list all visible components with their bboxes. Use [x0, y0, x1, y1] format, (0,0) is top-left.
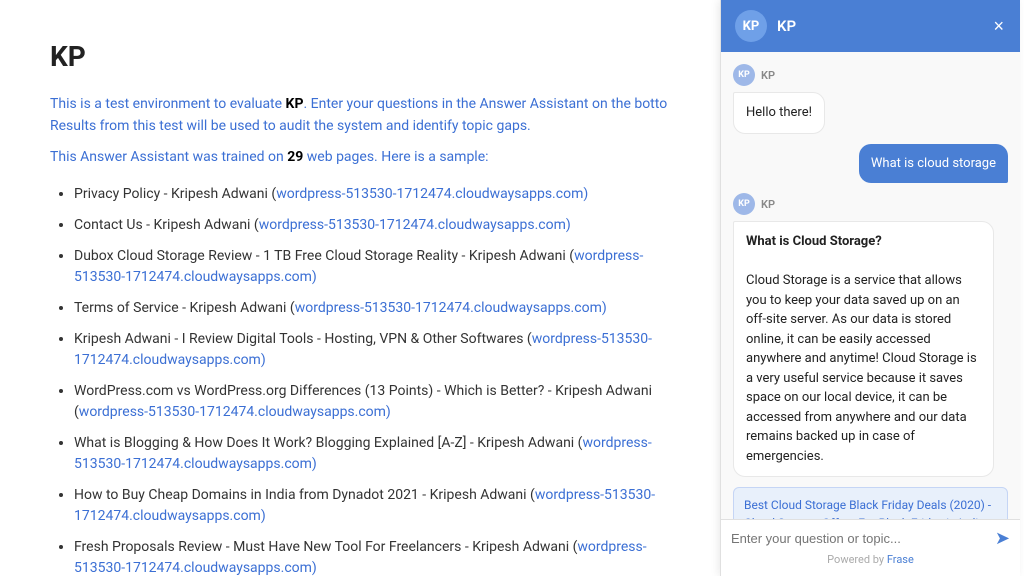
list-item: Kripesh Adwani - I Review Digital Tools … — [74, 329, 670, 371]
list-item-link[interactable]: wordpress-513530-1712474.cloudwaysapps.c… — [74, 435, 652, 472]
user-question-bubble: What is cloud storage — [859, 144, 1008, 184]
bot-avatar-answer: KP — [733, 193, 755, 215]
list-item: Contact Us - Kripesh Adwani (wordpress-5… — [74, 215, 670, 236]
send-button[interactable]: ➤ — [995, 528, 1010, 549]
bot-answer-label-row: KP KP — [733, 193, 1008, 215]
list-item: What is Blogging & How Does It Work? Blo… — [74, 433, 670, 475]
chat-input-row: ➤ — [731, 528, 1010, 549]
page-title: KP — [50, 40, 670, 73]
bot-avatar: KP — [733, 64, 755, 86]
chat-messages: KP KP Hello there! What is cloud storage… — [721, 52, 1020, 519]
list-item-link[interactable]: wordpress-513530-1712474.cloudwaysapps.c… — [74, 487, 655, 524]
list-item: WordPress.com vs WordPress.org Differenc… — [74, 381, 670, 423]
chat-header-avatar: KP — [735, 10, 767, 42]
list-item: Terms of Service - Kripesh Adwani (wordp… — [74, 298, 670, 319]
list-item-link[interactable]: wordpress-513530-1712474.cloudwaysapps.c… — [74, 331, 652, 368]
list-item-link[interactable]: wordpress-513530-1712474.cloudwaysapps.c… — [295, 300, 607, 316]
trained-text: This Answer Assistant was trained on 29 … — [50, 146, 670, 168]
intro-paragraph: This is a test environment to evaluate K… — [50, 93, 670, 138]
bot-name-answer: KP — [761, 198, 775, 211]
list-item: Dubox Cloud Storage Review - 1 TB Free C… — [74, 246, 670, 288]
chat-header-title: KP — [777, 17, 981, 35]
pages-list: Privacy Policy - Kripesh Adwani (wordpre… — [50, 184, 670, 576]
list-item-link[interactable]: wordpress-513530-1712474.cloudwaysapps.c… — [74, 248, 643, 285]
bot-name: KP — [761, 69, 775, 82]
answer-body: Cloud Storage is a service that allows y… — [746, 273, 977, 464]
list-item: Fresh Proposals Review - Must Have New T… — [74, 537, 670, 576]
list-item: How to Buy Cheap Domains in India from D… — [74, 485, 670, 527]
list-item: Privacy Policy - Kripesh Adwani (wordpre… — [74, 184, 670, 205]
main-content: KP This is a test environment to evaluat… — [0, 0, 720, 576]
greeting-bubble: Hello there! — [733, 92, 825, 134]
chat-panel: KP KP × KP KP Hello there! What is cloud… — [720, 0, 1020, 576]
chat-input-area: ➤ Powered by Frase — [721, 519, 1020, 576]
list-item-link[interactable]: wordpress-513530-1712474.cloudwaysapps.c… — [276, 186, 588, 202]
send-icon: ➤ — [995, 528, 1010, 549]
chat-close-button[interactable]: × — [991, 17, 1006, 35]
powered-by: Powered by Frase — [731, 549, 1010, 568]
answer-title: What is Cloud Storage? — [746, 234, 882, 249]
bot-answer-bubble: What is Cloud Storage? Cloud Storage is … — [733, 221, 994, 477]
bot-label-row: KP KP — [733, 64, 1008, 86]
chat-input[interactable] — [731, 531, 987, 546]
list-item-link[interactable]: wordpress-513530-1712474.cloudwaysapps.c… — [259, 217, 571, 233]
reference-box[interactable]: Best Cloud Storage Black Friday Deals (2… — [733, 487, 1008, 519]
list-item-link[interactable]: wordpress-513530-1712474.cloudwaysapps.c… — [74, 539, 647, 576]
list-item-link[interactable]: wordpress-513530-1712474.cloudwaysapps.c… — [79, 404, 391, 420]
frase-link[interactable]: Frase — [887, 553, 914, 566]
chat-header: KP KP × — [721, 0, 1020, 52]
